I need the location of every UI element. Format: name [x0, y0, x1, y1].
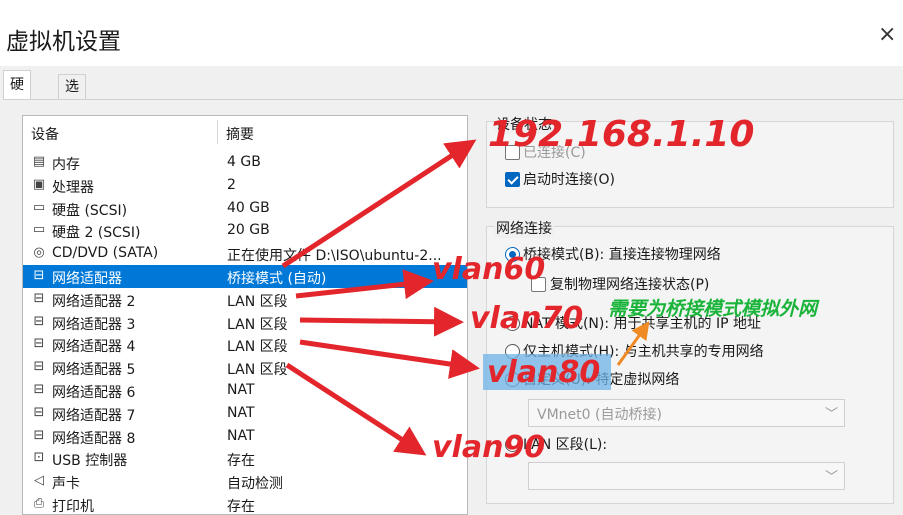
ip-annotation: 192.168.1.10	[488, 114, 755, 155]
vlan80-annotation: vlan80	[487, 355, 601, 390]
vlan60-annotation: vlan60	[432, 252, 546, 287]
arrow-to-vlan80	[299, 339, 480, 379]
vlan70-annotation: vlan70	[470, 301, 584, 336]
vlan90-annotation: vlan90	[432, 430, 546, 465]
arrow-to-vlan60	[295, 269, 434, 300]
arrow-to-ip	[281, 139, 477, 269]
bridge-note-annotation: 需要为桥接模式模拟外网	[608, 298, 818, 320]
arrow-to-vlan90	[285, 362, 427, 456]
arrow-to-vlan70	[299, 306, 464, 337]
arrow-to-note	[616, 321, 650, 366]
